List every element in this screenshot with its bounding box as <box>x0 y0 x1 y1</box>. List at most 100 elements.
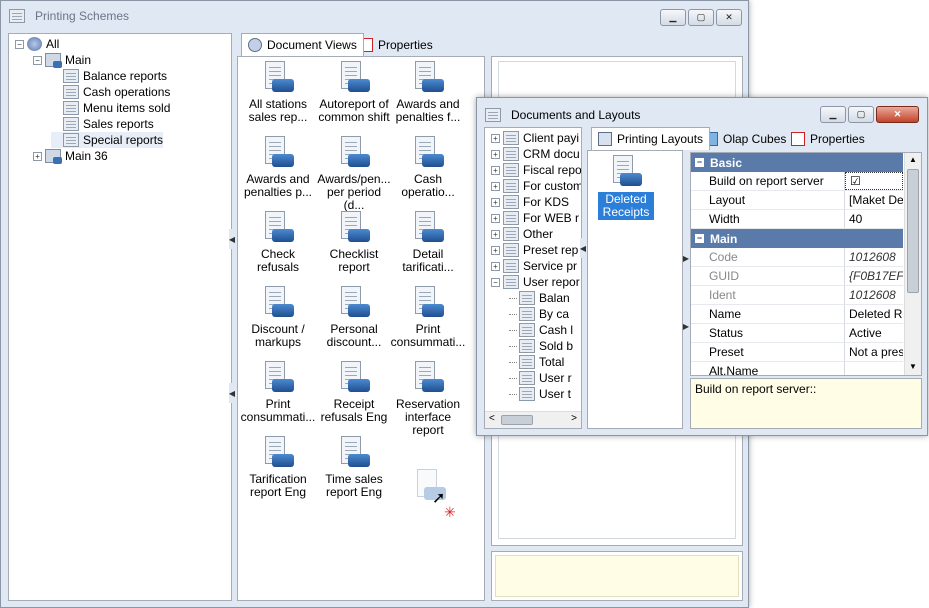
property-row[interactable]: Ident 1012608 <box>691 286 903 305</box>
collapse-icon[interactable]: − <box>695 234 704 243</box>
property-section-main[interactable]: − Main <box>691 229 903 248</box>
expand-icon[interactable]: + <box>491 149 500 159</box>
collapse-icon[interactable]: − <box>33 55 42 65</box>
dialog-tree-item[interactable]: Balan <box>509 290 570 306</box>
expand-icon[interactable]: + <box>491 197 500 207</box>
collapse-icon[interactable]: − <box>491 277 500 287</box>
tree-item-balance-reports[interactable]: Balance reports <box>51 68 167 84</box>
main-title-bar[interactable]: Printing Schemes <box>1 1 748 31</box>
dialog-tree-hscroll[interactable]: < > <box>485 411 581 428</box>
dialog-maximize-button[interactable]: ▢ <box>848 106 874 123</box>
report-item[interactable]: Print consummati... <box>390 286 466 349</box>
report-item[interactable]: Cash operatio... <box>390 136 466 199</box>
property-value[interactable]: Active <box>845 324 903 342</box>
property-value[interactable]: [Maket Des <box>845 191 903 209</box>
dialog-layouts-splitter-lower[interactable]: ▶ <box>683 316 689 336</box>
collapse-icon[interactable]: − <box>15 39 24 49</box>
left-splitter[interactable]: ◀ <box>229 229 235 249</box>
dialog-tree-item[interactable]: Sold b <box>509 338 573 354</box>
report-item[interactable]: All stations sales rep... <box>240 61 316 124</box>
report-item[interactable]: Time sales report Eng <box>316 436 392 499</box>
scroll-left-icon[interactable]: < <box>489 413 495 424</box>
expand-icon[interactable]: + <box>33 151 42 161</box>
tree-item-cash-operations[interactable]: Cash operations <box>51 84 170 100</box>
dialog-tree-item[interactable]: + For WEB r <box>491 210 579 226</box>
collapse-icon[interactable]: − <box>695 158 704 167</box>
tree-item-menu-items-sold[interactable]: Menu items sold <box>51 100 170 116</box>
tab-dialog-properties[interactable]: Properties <box>784 127 872 149</box>
expand-icon[interactable]: + <box>491 229 500 239</box>
dialog-tree-item[interactable]: User r <box>509 370 572 386</box>
dialog-close-button[interactable]: ✕ <box>876 106 919 123</box>
report-item[interactable]: Autoreport of common shift <box>316 61 392 124</box>
expand-icon[interactable]: + <box>491 181 500 191</box>
expand-icon[interactable]: + <box>491 133 500 143</box>
expand-icon[interactable]: + <box>491 213 500 223</box>
tab-printing-layouts[interactable]: Printing Layouts <box>591 127 711 150</box>
tree-item-main[interactable]: − Main <box>33 52 91 68</box>
property-value[interactable]: Not a prese <box>845 343 903 361</box>
dialog-tree-item[interactable]: + Client payi <box>491 130 579 146</box>
report-item[interactable]: Discount / markups <box>240 286 316 349</box>
property-value[interactable]: ☑ <box>845 172 903 190</box>
dialog-tree-item[interactable]: − User repor <box>491 274 580 290</box>
report-item[interactable]: Detail tarificati... <box>390 211 466 274</box>
close-button[interactable]: ✕ <box>716 9 742 26</box>
expand-icon[interactable]: + <box>491 245 500 255</box>
report-item[interactable]: Awards/pen... per period (d... <box>316 136 392 212</box>
tab-properties[interactable]: Properties <box>352 33 440 55</box>
property-section-basic[interactable]: − Basic <box>691 153 903 172</box>
dialog-tree-item[interactable]: + For KDS <box>491 194 569 210</box>
report-item[interactable]: Tarification report Eng <box>240 436 316 499</box>
maximize-button[interactable]: ▢ <box>688 9 714 26</box>
report-item[interactable]: Reservation interface report <box>390 361 466 437</box>
property-value[interactable]: Deleted Re <box>845 305 903 323</box>
property-row[interactable]: Code 1012608 <box>691 248 903 267</box>
dialog-tree-item[interactable]: + Other <box>491 226 553 242</box>
property-row[interactable]: PresetNot a prese <box>691 343 903 362</box>
property-row[interactable]: Width 40 <box>691 210 903 229</box>
property-row[interactable]: Build on report server ☑ <box>691 172 903 191</box>
tree-item-main-36[interactable]: + Main 36 <box>33 148 108 164</box>
scroll-up-icon[interactable]: ▲ <box>909 155 917 164</box>
dialog-tree-item[interactable]: + For custom <box>491 178 581 194</box>
dialog-layouts-splitter[interactable]: ▶ <box>683 248 689 268</box>
property-value[interactable]: 40 <box>845 210 903 228</box>
tab-olap-cubes[interactable]: Olap Cubes <box>697 127 793 149</box>
tab-document-views[interactable]: Document Views <box>241 33 364 56</box>
report-item[interactable]: Receipt refusals Eng <box>316 361 392 424</box>
property-row[interactable]: Layout[Maket Des <box>691 191 903 210</box>
dialog-tree-item[interactable]: Total <box>509 354 564 370</box>
dialog-tree-item[interactable]: User t <box>509 386 571 402</box>
property-value[interactable] <box>845 362 903 375</box>
expand-icon[interactable]: + <box>491 165 500 175</box>
report-item[interactable]: Print consummati... <box>240 361 316 424</box>
dialog-tree-item[interactable]: + CRM docu <box>491 146 580 162</box>
tree-item-sales-reports[interactable]: Sales reports <box>51 116 154 132</box>
report-item[interactable]: Awards and penalties p... <box>240 136 316 199</box>
report-item[interactable]: Check refusals <box>240 211 316 274</box>
property-row[interactable]: Alt.Name <box>691 362 903 375</box>
scroll-down-icon[interactable]: ▼ <box>909 362 917 371</box>
report-item[interactable]: Checklist report <box>316 211 392 274</box>
tree-item-special-reports[interactable]: Special reports <box>51 132 164 148</box>
property-row[interactable]: GUID {F0B17EFL <box>691 267 903 286</box>
left-splitter-lower[interactable]: ◀ <box>229 383 235 403</box>
dialog-tree-item[interactable]: By ca <box>509 306 569 322</box>
dialog-tree-item[interactable]: + Fiscal repo <box>491 162 581 178</box>
report-item[interactable]: Personal discount... <box>316 286 392 349</box>
expand-icon[interactable]: + <box>491 261 500 271</box>
dialog-tree-item[interactable]: + Preset rep <box>491 242 578 258</box>
property-row[interactable]: NameDeleted Re <box>691 305 903 324</box>
dialog-minimize-button[interactable]: ▁ <box>820 106 846 123</box>
property-grid-scrollbar[interactable]: ▲ ▼ <box>904 153 921 375</box>
dialog-tree-item[interactable]: + Service pr <box>491 258 577 274</box>
dialog-tree-item[interactable]: Cash l <box>509 322 573 338</box>
tree-item-all[interactable]: − All <box>15 36 59 52</box>
minimize-button[interactable]: ▁ <box>660 9 686 26</box>
scroll-right-icon[interactable]: > <box>571 413 577 424</box>
layout-item-deleted-receipts[interactable]: Deleted Receipts <box>598 155 654 220</box>
property-row[interactable]: Status Active <box>691 324 903 343</box>
dialog-tree-splitter[interactable]: ◀ <box>580 238 586 258</box>
report-item[interactable]: Awards and penalties f... <box>390 61 466 124</box>
